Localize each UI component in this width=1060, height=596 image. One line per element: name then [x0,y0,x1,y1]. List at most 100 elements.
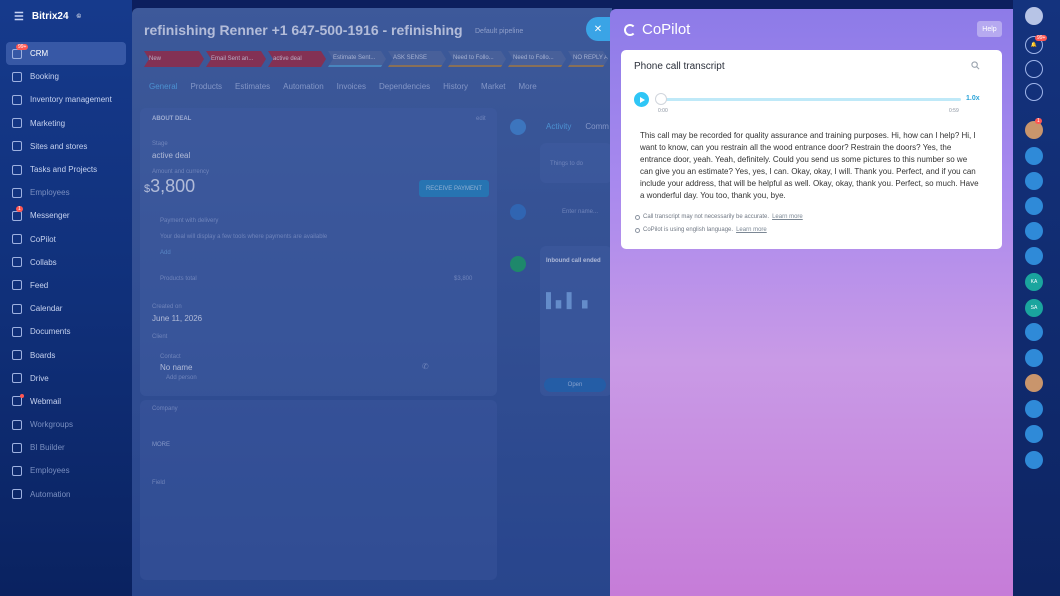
open-button[interactable]: Open [544,378,606,392]
sidebar-item-label: Booking [30,72,59,82]
user-profile-icon[interactable] [1025,7,1043,25]
copilot-rail-icon[interactable] [1025,60,1043,78]
phone-icon[interactable]: ✆ [422,362,429,371]
sidebar-item-copilot[interactable]: CoPilot [6,228,126,251]
copilot-chat-rail-icon[interactable] [1025,222,1043,240]
stage-item[interactable]: Need to Follo... [508,51,566,67]
crm-badge: 99+ [16,44,29,50]
tab-products[interactable]: Products [190,82,222,91]
pipeline-selector[interactable]: Default pipeline [475,28,523,35]
sidebar-item-boards[interactable]: Boards [6,343,126,366]
stage-item[interactable]: NO REPLY A [568,51,608,67]
audio-progress-knob[interactable] [655,93,667,105]
playback-speed[interactable]: 1.0x [966,95,980,102]
sidebar-item-employees[interactable]: Employees [6,181,126,204]
sidebar-item-label: Calendar [30,304,63,314]
group-rail-icon[interactable] [1025,323,1043,341]
sidebar-item-workgroups[interactable]: Workgroups [6,413,126,436]
todo-box[interactable]: Things to do [540,143,612,183]
chat-rail-icon[interactable] [1025,172,1043,190]
app-mark: © [76,13,81,20]
tab-dependencies[interactable]: Dependencies [379,82,430,91]
sidebar-item-messenger[interactable]: 1 Messenger [6,204,126,227]
contact-name[interactable]: No name [160,363,192,372]
video-rail-icon[interactable] [1025,197,1043,215]
add-link[interactable]: Add [160,250,171,256]
stage-item[interactable]: Estimate Sent... [328,51,386,67]
sidebar-item-label: CRM [30,49,49,59]
deal-page: refinishing Renner +1 647-500-1916 - ref… [132,8,612,596]
left-sidebar: ☰ Bitrix24 © 99+ CRM Booking Inventory man… [0,0,132,596]
about-deal-card [140,108,497,396]
drive-icon [12,373,22,384]
channels-rail-icon[interactable] [1025,425,1043,443]
open-lines-rail-icon[interactable] [1025,400,1043,418]
sidebar-item-feed[interactable]: Feed [6,274,126,297]
sidebar-item-marketing[interactable]: Marketing [6,112,126,135]
help-button[interactable]: Help [977,21,1002,37]
sidebar-item-booking[interactable]: Booking [6,65,126,88]
stage-item[interactable]: New [144,51,204,67]
automation-icon [12,489,22,500]
learn-more-link[interactable]: Learn more [736,227,767,233]
audio-progress-track[interactable] [661,98,961,101]
sidebar-item-label: Workgroups [30,420,73,430]
tab-general[interactable]: General [149,82,177,91]
sidebar-item-employees-2[interactable]: Employees [6,459,126,482]
close-panel-button[interactable]: ✕ [586,17,610,41]
stage-label: Stage [152,141,168,147]
support-rail-icon[interactable] [1025,349,1043,367]
sidebar-item-calendar[interactable]: Calendar [6,297,126,320]
sidebar-item-bi-builder[interactable]: BI Builder [6,436,126,459]
sidebar-item-documents[interactable]: Documents [6,320,126,343]
notifications-badge: 99+ [1035,35,1048,41]
tab-history[interactable]: History [443,82,468,91]
edit-link[interactable]: edit [476,116,486,122]
bookmark-rail-icon[interactable] [1025,451,1043,469]
sidebar-item-webmail[interactable]: Webmail [6,390,126,413]
stage-item[interactable]: ASK SENSE [388,51,446,67]
initials-avatar-sa[interactable]: SA [1025,299,1043,317]
tab-comments[interactable]: Comm [585,122,609,131]
receive-payment-button[interactable]: RECEIVE PAYMENT [419,180,489,197]
search-hint: Enter name... [562,209,599,215]
sidebar-item-label: BI Builder [30,443,65,453]
learn-more-link[interactable]: Learn more [772,214,803,220]
call-card: Inbound call ended ▌▖▌▗ Open [540,246,612,396]
right-rail: 🔔 99+ 1 KA SA [1013,0,1060,596]
tab-estimates[interactable]: Estimates [235,82,270,91]
search-icon[interactable] [971,61,980,70]
user-avatar[interactable] [1025,374,1043,392]
tab-market[interactable]: Market [481,82,505,91]
sidebar-item-label: Employees [30,466,70,476]
stage-item[interactable]: Need to Follo... [448,51,506,67]
sidebar-item-inventory[interactable]: Inventory management [6,88,126,111]
initials-avatar-ka[interactable]: KA [1025,273,1043,291]
sidebar-item-label: Tasks and Projects [30,165,98,175]
contact-sub[interactable]: Add person [166,375,197,381]
collabs-icon [12,257,22,268]
tab-invoices[interactable]: Invoices [337,82,366,91]
copilot-logo-icon [624,23,636,36]
calendar-rail-icon[interactable] [1025,147,1043,165]
sidebar-item-collabs[interactable]: Collabs [6,251,126,274]
client-label: Client [152,334,168,340]
tab-more[interactable]: More [519,82,537,91]
sidebar-item-sites[interactable]: Sites and stores [6,135,126,158]
amount-label: Amount and currency [152,169,210,175]
stage-item[interactable]: active deal [268,51,326,67]
tab-activity[interactable]: Activity [546,122,571,131]
search-rail-icon[interactable] [1025,83,1043,101]
sidebar-item-tasks[interactable]: Tasks and Projects [6,158,126,181]
sidebar-item-drive[interactable]: Drive [6,367,126,390]
menu-icon[interactable]: ☰ [14,10,24,23]
sidebar-item-automation[interactable]: Automation [6,483,126,506]
play-button[interactable] [634,92,649,107]
brand[interactable]: ☰ Bitrix24 © [14,10,81,23]
deal-amount: $3,800 [144,176,195,197]
stage-item[interactable]: Email Sent an... [206,51,266,67]
tab-automation[interactable]: Automation [283,82,323,91]
copilot-title: CoPilot [642,21,691,38]
sidebar-item-crm[interactable]: 99+ CRM [6,42,126,66]
mail-rail-icon[interactable] [1025,247,1043,265]
